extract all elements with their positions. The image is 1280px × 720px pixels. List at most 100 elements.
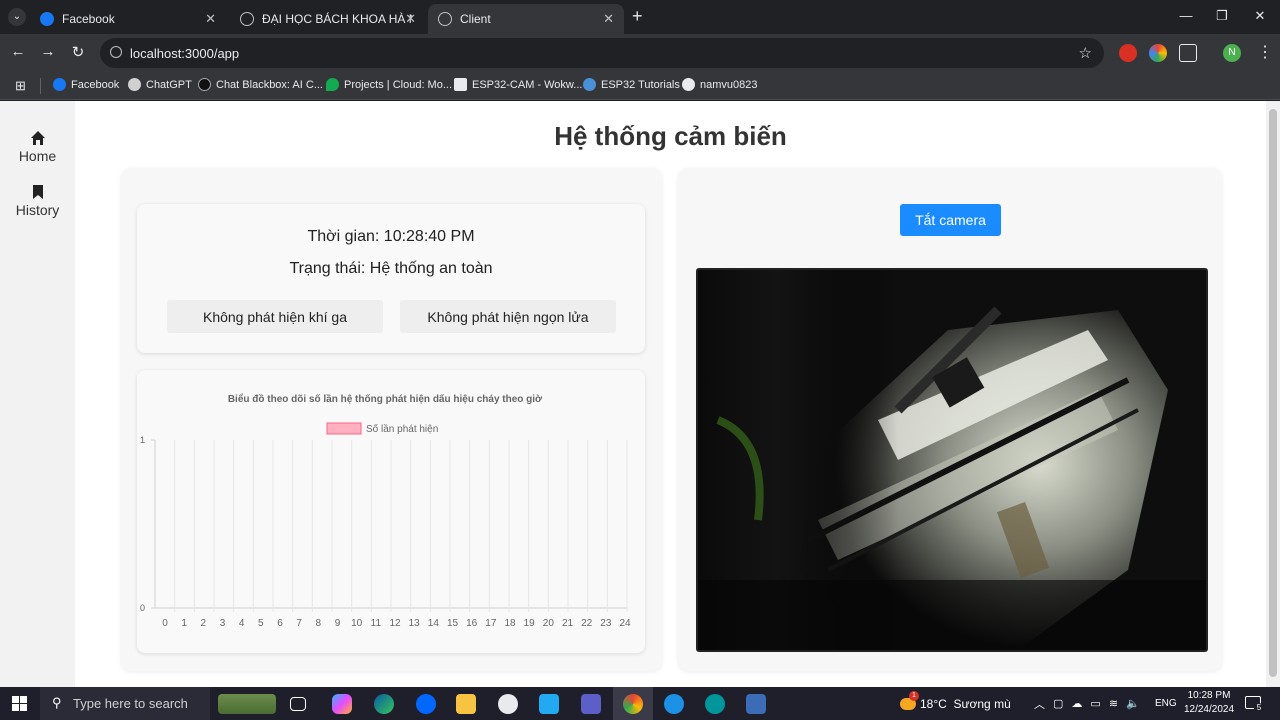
copilot-icon[interactable] bbox=[332, 694, 352, 714]
bookmark-blackbox[interactable]: Chat Blackbox: AI C... bbox=[198, 78, 323, 91]
extension-color-icon[interactable] bbox=[1149, 44, 1167, 62]
tab-title: ĐẠI HỌC BÁCH KHOA HÀ NỘI bbox=[262, 12, 412, 26]
url-text: localhost:3000/app bbox=[130, 45, 240, 61]
scrollbar-thumb[interactable] bbox=[1269, 109, 1277, 677]
close-icon[interactable]: ✕ bbox=[603, 11, 614, 27]
close-icon[interactable]: ✕ bbox=[205, 11, 216, 27]
gas-status-indicator: Không phát hiện khí ga bbox=[167, 300, 383, 333]
chevron-up-icon[interactable]: ︿ bbox=[1034, 696, 1045, 712]
tab-client[interactable]: Client ✕ bbox=[428, 4, 624, 34]
nav-label: History bbox=[15, 202, 60, 218]
volume-icon[interactable]: 🔈 bbox=[1126, 697, 1140, 710]
fire-status-indicator: Không phát hiện ngọn lửa bbox=[400, 300, 616, 333]
close-icon[interactable]: ✕ bbox=[405, 11, 416, 27]
bookmark-mongodb[interactable]: Projects | Cloud: Mo... bbox=[326, 78, 452, 91]
bookmark-label: namvu0823 bbox=[700, 78, 758, 91]
bookmark-wokwi[interactable]: ESP32-CAM - Wokw... bbox=[454, 78, 582, 91]
legend-label: Số lần phát hiện bbox=[366, 423, 438, 435]
windows-logo-icon bbox=[12, 696, 27, 711]
tab-title: Client bbox=[460, 12, 491, 26]
bookmark-chatgpt[interactable]: ChatGPT bbox=[128, 78, 192, 91]
home-icon bbox=[30, 131, 45, 145]
minimize-button[interactable]: — bbox=[1176, 8, 1196, 23]
clock-date: 12/24/2024 bbox=[1183, 704, 1235, 715]
bookmark-github[interactable]: namvu0823 bbox=[682, 78, 758, 91]
camera-panel: Tắt camera bbox=[678, 168, 1222, 671]
edge-icon[interactable] bbox=[374, 694, 394, 714]
zalo-icon[interactable] bbox=[416, 694, 436, 714]
x-tick-label: 0 bbox=[162, 618, 168, 629]
vscode-icon[interactable] bbox=[539, 694, 559, 714]
tab-facebook[interactable]: Facebook ✕ bbox=[30, 4, 226, 34]
x-tick-label: 6 bbox=[277, 618, 283, 629]
task-view-icon[interactable] bbox=[290, 697, 306, 711]
clock[interactable]: 10:28 PM 12/24/2024 bbox=[1182, 689, 1236, 717]
extension-s-icon[interactable] bbox=[1119, 44, 1137, 62]
chart-title: Biểu đồ theo dõi số lần hệ thống phát hi… bbox=[228, 393, 543, 405]
bookmarks-bar: ⊞ Facebook ChatGPT Chat Blackbox: AI C..… bbox=[0, 72, 1280, 100]
back-button[interactable]: ← bbox=[8, 43, 28, 60]
x-tick-label: 18 bbox=[504, 618, 516, 629]
x-tick-label: 1 bbox=[181, 618, 187, 629]
search-icon: ⚲ bbox=[52, 695, 62, 710]
toggle-camera-button[interactable]: Tắt camera bbox=[900, 204, 1001, 236]
chevron-down-icon: ⌄ bbox=[12, 11, 22, 22]
x-tick-label: 17 bbox=[485, 618, 497, 629]
system-tray-icons[interactable]: ︿ ▢ ☁ ▭ ≋ 🔈 bbox=[1034, 687, 1140, 720]
x-axis: 0 1 2 3 4 5 6 7 8 9 10 11 12 13 14 15 16 17 18 19 20 21 22 23 24 bbox=[162, 618, 631, 629]
apps-grid-icon[interactable]: ⊞ bbox=[15, 78, 26, 94]
start-button[interactable] bbox=[12, 696, 27, 711]
page-scrollbar[interactable] bbox=[1266, 101, 1280, 687]
nav-item-history[interactable]: History bbox=[0, 184, 75, 218]
search-highlight-icon[interactable] bbox=[218, 694, 276, 714]
bookmark-star-icon[interactable]: ☆ bbox=[1079, 44, 1092, 62]
x-tick-label: 20 bbox=[543, 618, 555, 629]
tab-search-button[interactable]: ⌄ bbox=[8, 8, 26, 26]
notification-center[interactable]: 5 bbox=[1245, 696, 1264, 713]
address-bar[interactable]: localhost:3000/app ☆ bbox=[100, 38, 1104, 68]
page-title: Hệ thống cảm biến bbox=[554, 121, 787, 151]
forward-button[interactable]: → bbox=[38, 43, 58, 60]
arduino-icon[interactable] bbox=[705, 694, 725, 714]
x-tick-label: 3 bbox=[220, 618, 226, 629]
window-close-button[interactable]: ✕ bbox=[1250, 8, 1270, 24]
bookmark-label: Facebook bbox=[71, 78, 120, 91]
notification-count: 5 bbox=[1254, 703, 1264, 713]
app-store-icon[interactable] bbox=[498, 694, 518, 714]
chrome-icon[interactable] bbox=[623, 694, 643, 714]
extensions-puzzle-icon[interactable] bbox=[1179, 44, 1197, 62]
teams-icon[interactable] bbox=[581, 694, 601, 714]
wifi-icon[interactable]: ≋ bbox=[1109, 697, 1118, 710]
nav-item-home[interactable]: Home bbox=[0, 130, 75, 164]
meet-icon[interactable]: ▢ bbox=[1053, 697, 1063, 710]
onedrive-icon[interactable]: ☁ bbox=[1071, 697, 1082, 710]
pycharm-icon[interactable] bbox=[746, 694, 766, 714]
search-placeholder: Type here to search bbox=[73, 696, 188, 711]
bookmark-esp32[interactable]: ESP32 Tutorials bbox=[583, 78, 680, 91]
x-tick-label: 23 bbox=[600, 618, 612, 629]
taskbar-search-box[interactable]: ⚲ Type here to search bbox=[40, 687, 210, 720]
weather-widget[interactable]: 1 18°C Sương mù bbox=[900, 687, 1011, 720]
battery-icon[interactable]: ▭ bbox=[1090, 697, 1100, 710]
bookmark-facebook[interactable]: Facebook bbox=[53, 78, 119, 91]
new-tab-button[interactable]: + bbox=[632, 6, 643, 27]
site-info-icon[interactable] bbox=[110, 46, 122, 58]
legend-swatch[interactable] bbox=[326, 422, 362, 435]
reload-button[interactable]: ↻ bbox=[68, 43, 88, 61]
y-tick-label: 1 bbox=[140, 435, 145, 445]
docker-icon[interactable] bbox=[664, 694, 684, 714]
x-tick-label: 16 bbox=[466, 618, 478, 629]
clock-time: 10:28 PM bbox=[1187, 690, 1231, 701]
status-card: Thời gian: 10:28:40 PM Trạng thái: Hệ th… bbox=[137, 204, 645, 353]
file-explorer-icon[interactable] bbox=[456, 694, 476, 714]
camera-frame-image bbox=[698, 270, 1206, 650]
facebook-icon bbox=[40, 12, 54, 26]
tab-hust[interactable]: ĐẠI HỌC BÁCH KHOA HÀ NỘI ✕ bbox=[230, 4, 426, 34]
bookmark-divider bbox=[40, 78, 41, 94]
x-tick-label: 12 bbox=[389, 618, 401, 629]
avatar[interactable]: N bbox=[1223, 44, 1241, 62]
menu-kebab-icon[interactable]: ⋮ bbox=[1257, 42, 1273, 62]
maximize-button[interactable]: ❐ bbox=[1212, 8, 1232, 24]
nav-label: Home bbox=[18, 148, 57, 164]
language-indicator[interactable]: ENG bbox=[1155, 687, 1177, 720]
